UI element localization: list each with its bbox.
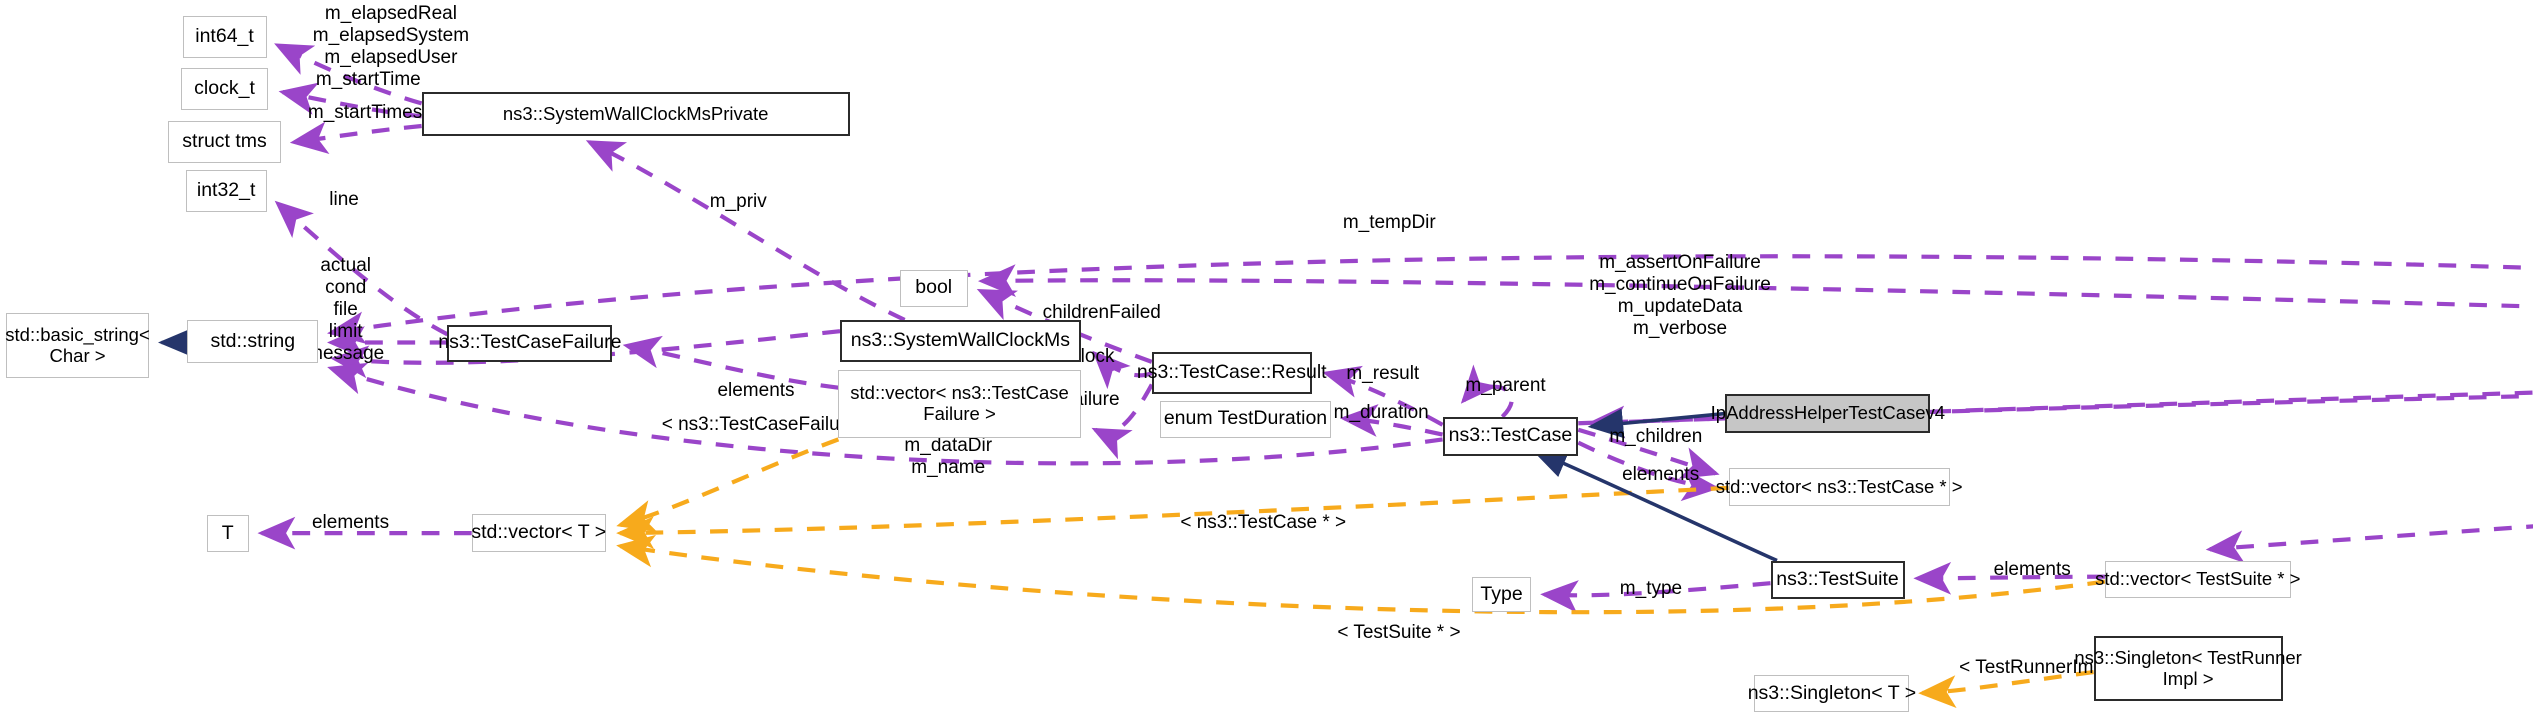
node-int64-t[interactable]: int64_t (182, 16, 267, 59)
node-ipaddresshelpertestcasev4[interactable]: IpAddressHelperTestCasev4 (1711, 394, 1945, 433)
edge-label-m-tempdir: m_tempDir (1342, 211, 1436, 233)
node-clock-t[interactable]: clock_t (180, 67, 269, 110)
edge-label-m-parent: m_parent (1465, 374, 1546, 396)
edge-label-template-testcase-ptr: < ns3::TestCase * > (1180, 512, 1347, 534)
edge-label-m-datadir-m-name: m_dataDir m_name (904, 434, 993, 478)
edge-label-template-testsuite-ptr: < TestSuite * > (1337, 621, 1461, 643)
node-std-vector-testcasefailure[interactable]: std::vector< ns3::TestCase Failure > (838, 369, 1081, 438)
node-t[interactable]: T (206, 515, 249, 553)
edge-label-m-result: m_result (1346, 363, 1420, 385)
edge-label-m-assertonfailure-group: m_assertOnFailure m_continueOnFailure m_… (1589, 252, 1771, 340)
node-ns3-singleton-t[interactable]: ns3::Singleton< T > (1748, 675, 1916, 713)
edge-label-m-children: m_children (1609, 426, 1703, 448)
node-std-vector-testcase-ptr[interactable]: std::vector< ns3::TestCase * > (1716, 468, 1963, 506)
node-enum-testduration[interactable]: enum TestDuration (1159, 400, 1332, 438)
collaboration-diagram: int64_t clock_t struct tms int32_t ns3::… (0, 0, 2533, 713)
node-struct-tms[interactable]: struct tms (168, 121, 282, 164)
node-ns3-testcase-result[interactable]: ns3::TestCase::Result (1137, 352, 1327, 395)
node-std-string[interactable]: std::string (187, 319, 319, 364)
node-std-vector-testsuite-ptr[interactable]: std::vector< TestSuite * > (2095, 560, 2300, 598)
edge-label-m-starttime: m_startTime (315, 69, 421, 91)
edge-label-elements-t: elements (311, 512, 390, 534)
edge-label-m-duration: m_duration (1333, 402, 1429, 424)
node-std-basic-string[interactable]: std::basic_string< Char > (5, 313, 150, 378)
node-std-vector-t[interactable]: std::vector< T > (471, 513, 606, 553)
edge-label-elements-failure: elements (717, 379, 795, 401)
node-ns3-testcase[interactable]: ns3::TestCase (1442, 416, 1579, 456)
node-type[interactable]: Type (1471, 576, 1532, 613)
edge-label-m-priv: m_priv (709, 190, 767, 212)
node-ns3-testcasefailure[interactable]: ns3::TestCaseFailure (438, 324, 621, 362)
node-bool[interactable]: bool (899, 269, 968, 307)
edge-label-m-type: m_type (1619, 578, 1683, 600)
node-ns3-testsuite[interactable]: ns3::TestSuite (1770, 560, 1905, 600)
edge-label-line: line (329, 189, 359, 210)
edge-label-m-elapsed: m_elapsedReal m_elapsedSystem m_elapsedU… (312, 3, 470, 69)
edge-label-elements-testsuite: elements (1993, 558, 2071, 580)
node-ns3-systemwallclockmsprivate[interactable]: ns3::SystemWallClockMsPrivate (421, 92, 850, 136)
edge-label-m-starttimes: m_startTimes (307, 101, 423, 123)
node-ns3-systemwallclockms[interactable]: ns3::SystemWallClockMs (840, 319, 1081, 362)
node-ns3-singleton-testrunnerimpl[interactable]: ns3::Singleton< TestRunner Impl > (2074, 636, 2302, 702)
edge-label-elements-testcase: elements (1622, 463, 1700, 485)
node-int32-t[interactable]: int32_t (185, 169, 267, 212)
